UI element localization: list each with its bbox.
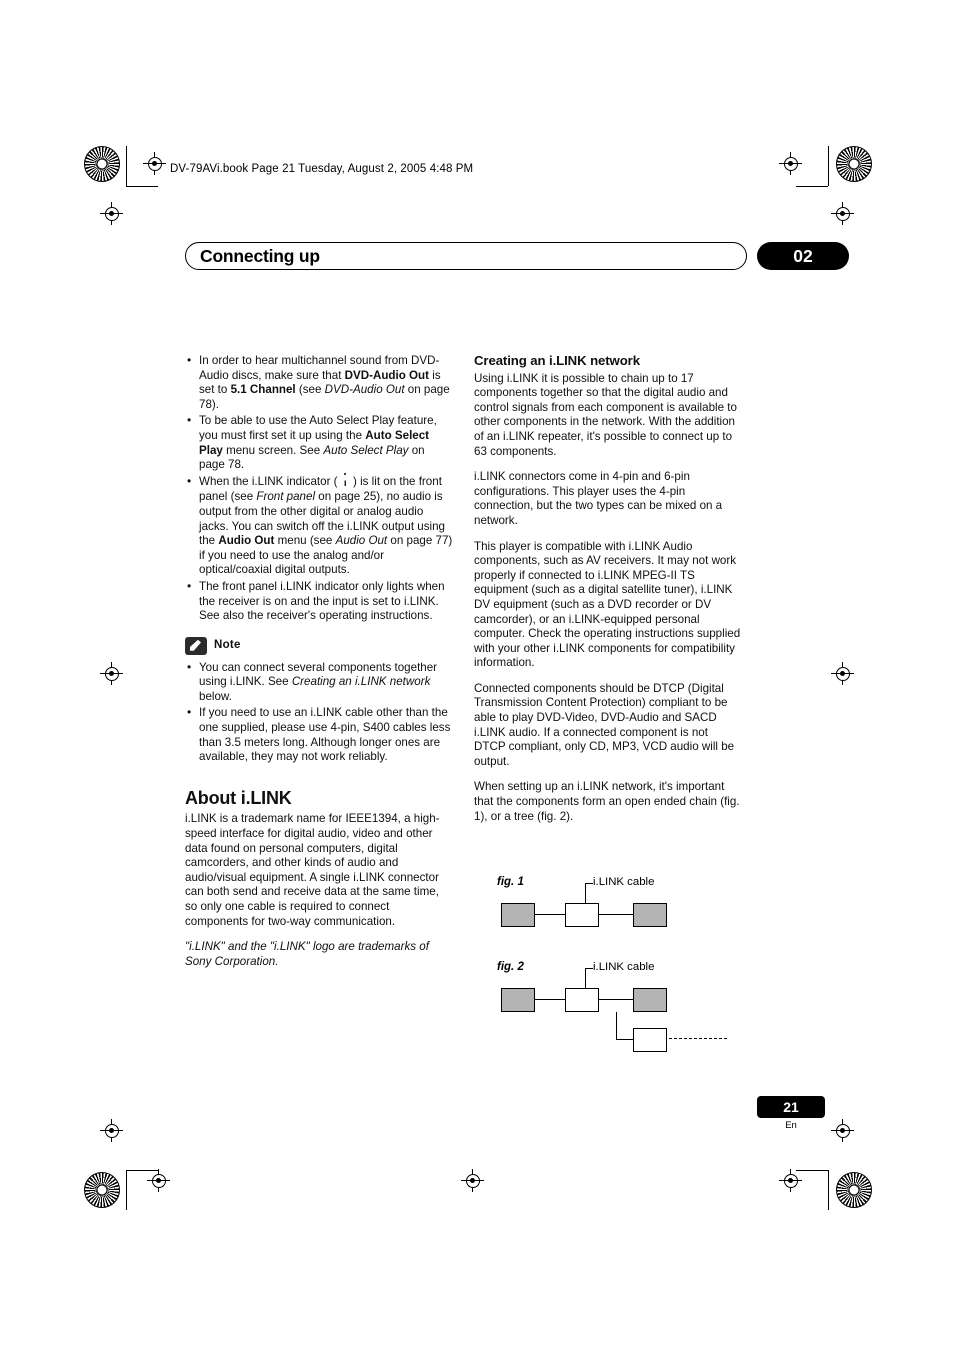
crop-mark-bottom-left-vertical [126,1170,127,1210]
registration-target-mid-right-upper [831,202,854,225]
registration-target-top-right [779,152,802,175]
registration-starburst-bottom-right [836,1172,872,1208]
crop-mark-bottom-right-vertical [828,1170,829,1210]
ilink-indicator-icon: ı [341,472,350,492]
note-bullet-item: If you need to use an i.LINK cable other… [185,705,453,764]
registration-starburst-bottom-left [84,1172,120,1208]
registration-target-bottom-center [461,1169,484,1192]
right-paragraph-1: Using i.LINK it is possible to chain up … [474,371,737,458]
right-paragraph-4: Connected components should be DTCP (Dig… [474,681,735,768]
figure-1-box-center [565,903,599,927]
left-column: In order to hear multichannel sound from… [185,353,453,969]
figure-2-label: fig. 2 [497,961,524,973]
figure-2-cable-caption: i.LINK cable [593,961,655,973]
left-bullet-item: In order to hear multichannel sound from… [185,353,453,412]
registration-target-bottom-left [147,1169,170,1192]
registration-target-mid-left [100,662,123,685]
note-bullet-list: You can connect several components toget… [185,660,453,765]
right-paragraph-2: i.LINK connectors come in 4-pin and 6-pi… [474,470,723,527]
left-bullet-item: When the i.LINK indicator ( ı ) is lit o… [185,472,453,578]
about-ilink-heading: About i.LINK [185,787,292,808]
crop-mark-top-right-vertical [828,146,829,186]
figure-2-leader-line-vertical [585,968,586,990]
figure-2-cable-left [535,999,565,1001]
registration-starburst-top-right [836,146,872,182]
registration-target-top-left [143,152,166,175]
figure-1-cable-left [535,914,565,916]
crop-mark-bottom-left-horizontal [126,1170,158,1171]
note-label: Note [214,639,241,652]
figure-1-box-left [501,903,535,927]
figure-2-box-top-right [633,988,667,1012]
figure-2-dashed-continuation [669,1038,727,1039]
registration-target-mid-right [831,662,854,685]
book-file-header: DV-79AVi.book Page 21 Tuesday, August 2,… [170,163,474,175]
figure-2: fig. 2 i.LINK cable [497,961,747,1061]
crop-mark-top-left-vertical [126,146,127,186]
left-bullet-item: The front panel i.LINK indicator only li… [185,579,453,624]
page-number-badge: 21 [757,1096,825,1118]
figure-1-leader-line-horizontal [585,883,593,884]
registration-target-bottom-right [779,1169,802,1192]
crop-mark-top-left-horizontal [126,186,158,187]
note-heading: Note [185,636,453,655]
figure-1-leader-line-vertical [585,883,586,905]
chapter-title: Connecting up [200,246,320,266]
figure-1-label: fig. 1 [497,876,524,888]
figure-2-leader-line-horizontal [585,968,593,969]
about-ilink-paragraph: i.LINK is a trademark name for IEEE1394,… [185,812,440,928]
page-number-text: 21 [783,1099,799,1115]
language-code: En [785,1120,797,1131]
left-bullet-list: In order to hear multichannel sound from… [185,353,453,624]
figure-2-box-bottom-right [633,1028,667,1052]
figure-2-cable-branch-horizontal [616,1012,618,1039]
crop-mark-bottom-right-horizontal [796,1170,828,1171]
figure-1-cable-caption: i.LINK cable [593,876,655,888]
figure-1-box-right [633,903,667,927]
registration-target-mid-right-lower [831,1119,854,1142]
creating-network-heading: Creating an i.LINK network [474,353,640,368]
right-paragraph-3: This player is compatible with i.LINK Au… [474,539,741,670]
registration-target-mid-left-upper [100,202,123,225]
crop-mark-top-right-horizontal [796,186,828,187]
chapter-number-badge: 02 [757,242,849,270]
chapter-number-text: 02 [793,246,813,266]
figure-2-cable-center-right [599,999,633,1001]
figure-2-box-center [565,988,599,1012]
right-column: Creating an i.LINK network Using i.LINK … [474,353,742,835]
registration-starburst-top-left [84,146,120,182]
figure-1: fig. 1 i.LINK cable [497,876,747,946]
left-bullet-item: To be able to use the Auto Select Play f… [185,413,453,472]
figure-1-cable-right [599,914,633,916]
note-bullet-item: You can connect several components toget… [185,660,453,705]
pencil-note-icon [185,636,207,655]
right-paragraph-5: When setting up an i.LINK network, it's … [474,780,740,823]
trademark-note: "i.LINK" and the "i.LINK" logo are trade… [185,940,429,968]
figure-2-cable-branch-to-bottom [616,1039,633,1041]
registration-target-mid-left-lower [100,1119,123,1142]
figure-2-box-left [501,988,535,1012]
